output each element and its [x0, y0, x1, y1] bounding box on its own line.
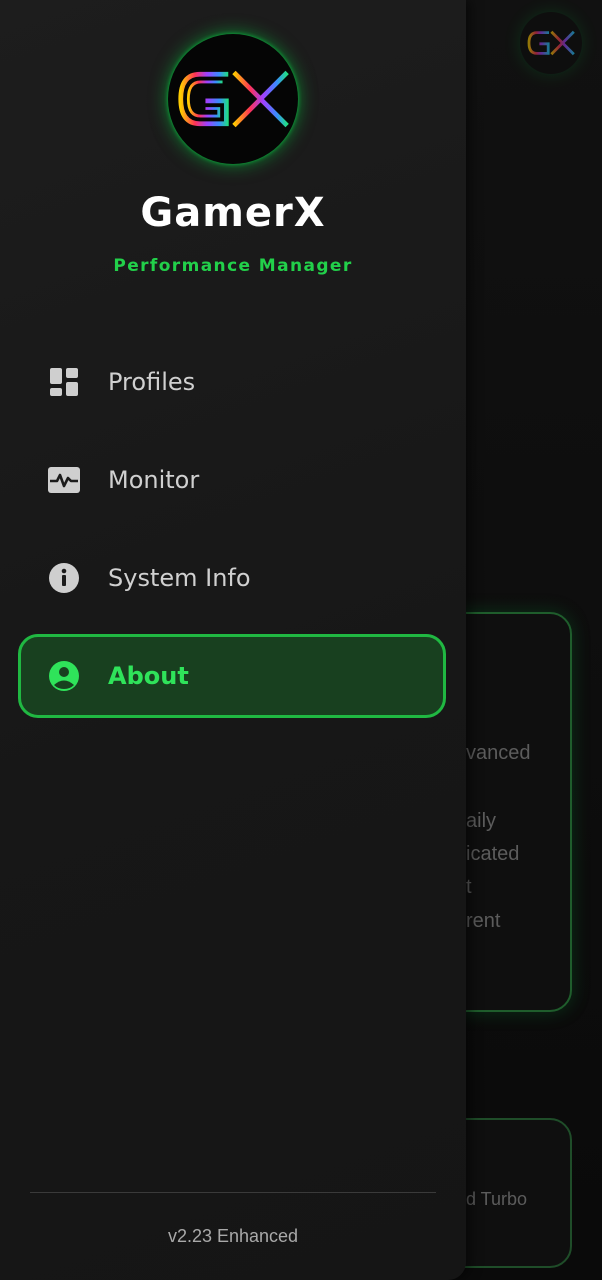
version-label: v2.23 Enhanced [167, 1226, 299, 1246]
menu-item-profiles[interactable]: Profiles [18, 340, 446, 424]
menu-item-monitor[interactable]: Monitor [18, 438, 446, 522]
background-text: rent [466, 910, 501, 932]
menu-item-system-info[interactable]: System Info [18, 536, 446, 620]
background-text: icated [466, 843, 520, 865]
background-text: t [466, 876, 472, 898]
background-text: vanced [466, 742, 531, 764]
menu-item-label: System Info [108, 564, 251, 592]
dashboard-icon [48, 366, 80, 398]
menu-item-label: Monitor [108, 466, 200, 494]
account-circle-icon [48, 660, 80, 692]
menu-item-label: About [108, 662, 189, 690]
gx-logo-icon [168, 34, 298, 164]
divider [30, 1192, 436, 1193]
info-icon [48, 562, 80, 594]
monitor-heart-icon [48, 464, 80, 496]
app-name: GamerX [140, 190, 326, 236]
drawer-menu: Profiles Monitor System Info About [18, 340, 446, 732]
menu-item-label: Profiles [108, 368, 196, 396]
background-text: aily [466, 810, 497, 832]
background-text: d Turbo [466, 1189, 528, 1209]
menu-item-about[interactable]: About [18, 634, 446, 718]
app-subtitle: Performance Manager [113, 256, 353, 276]
navigation-drawer: GamerX Performance Manager Profiles Moni… [0, 0, 466, 1280]
gx-logo-icon[interactable] [520, 12, 582, 74]
